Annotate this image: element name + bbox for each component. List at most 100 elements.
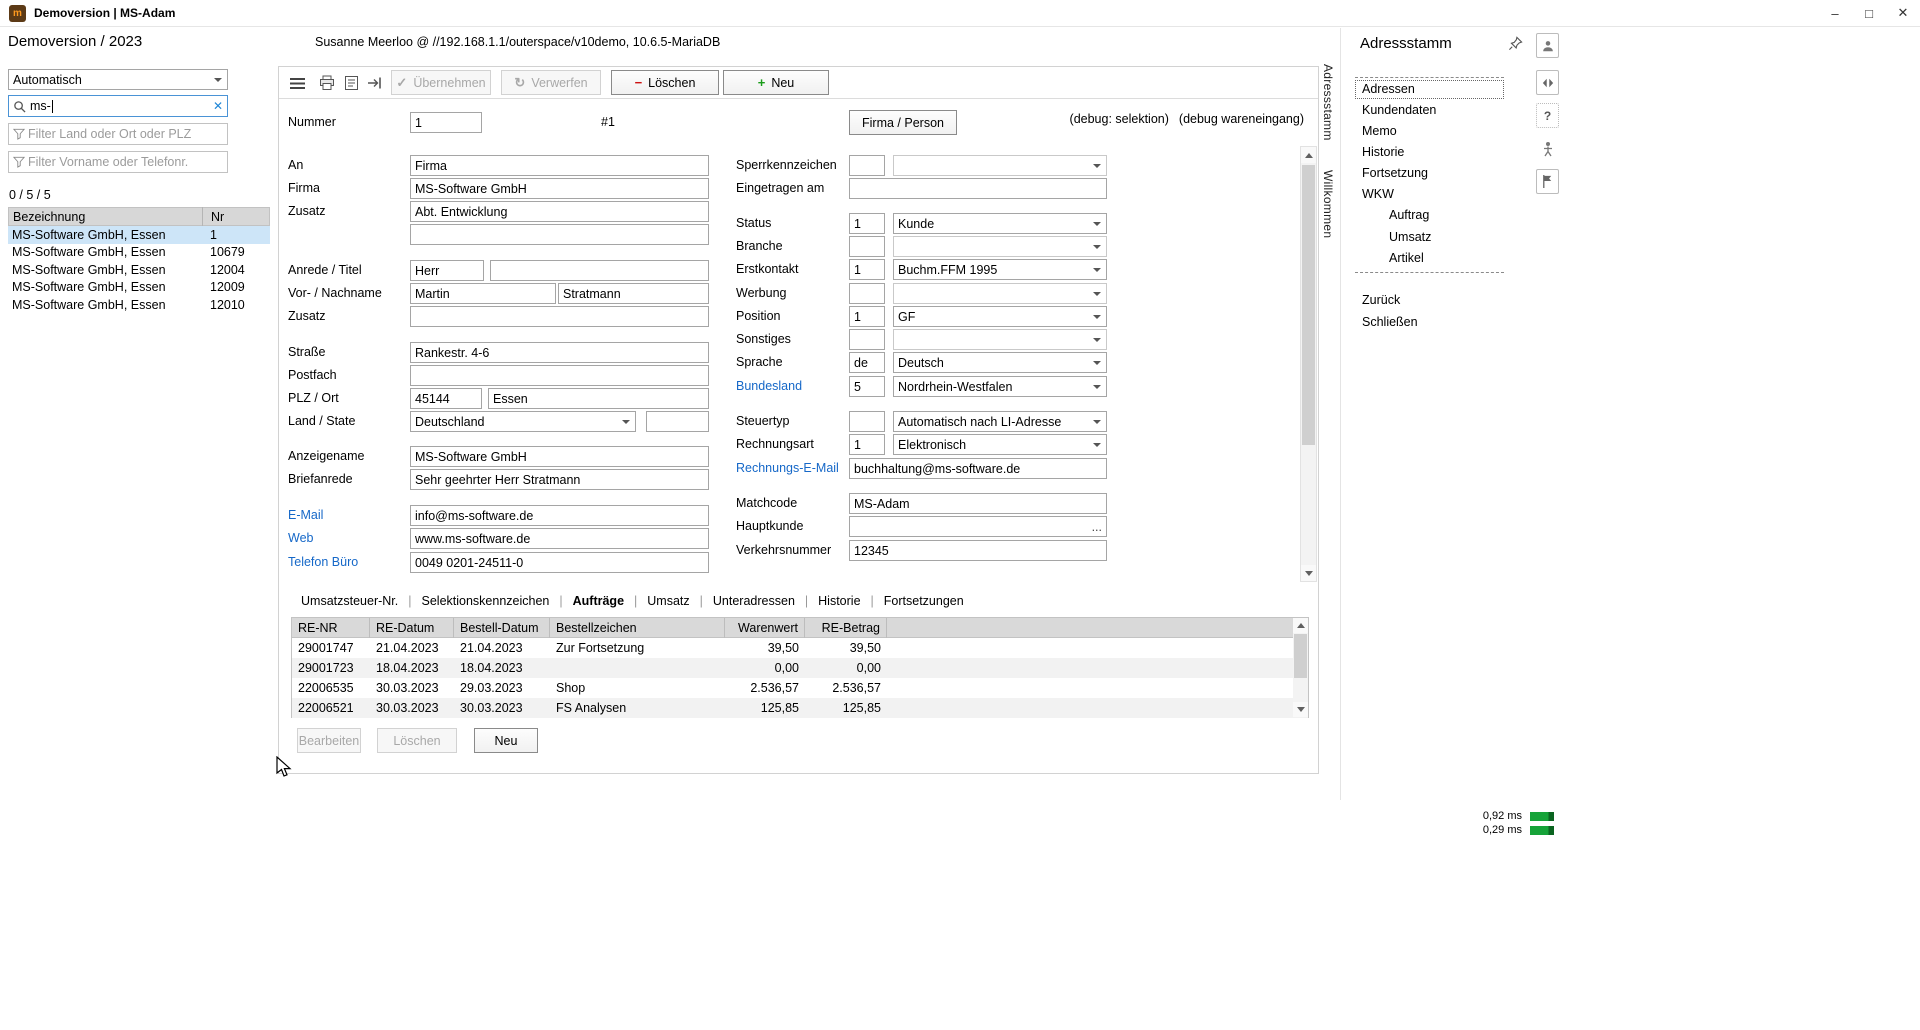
maximize-button[interactable]: □ xyxy=(1852,0,1886,26)
erstkontakt-code-field[interactable] xyxy=(849,259,885,280)
table-row[interactable]: 22006521 30.03.2023 30.03.2023 FS Analys… xyxy=(292,698,1308,718)
user-profile-icon[interactable] xyxy=(1536,33,1559,58)
sidebar-item-schliessen[interactable]: Schließen xyxy=(1362,314,1418,331)
sidebar-item-historie[interactable]: Historie xyxy=(1362,144,1404,161)
sidebar-item-kundendaten[interactable]: Kundendaten xyxy=(1362,102,1436,119)
telefon-link[interactable]: Telefon Büro xyxy=(288,552,358,573)
pin-icon[interactable] xyxy=(1508,36,1523,56)
address-list-header[interactable]: Bezeichnung Nr xyxy=(8,207,270,226)
sonstiges-code-field[interactable] xyxy=(849,329,885,350)
steuertyp-select[interactable]: Automatisch nach LI-Adresse xyxy=(893,411,1107,432)
anrede-field[interactable] xyxy=(410,260,484,281)
tab-umsatz[interactable]: Umsatz xyxy=(637,594,699,608)
side-tab-willkommen[interactable]: Willkommen xyxy=(1321,170,1335,238)
sidebar-item-fortsetzung[interactable]: Fortsetzung xyxy=(1362,165,1428,182)
eingetragen-field[interactable] xyxy=(849,178,1107,199)
position-code-field[interactable] xyxy=(849,306,885,327)
status-select[interactable]: Kunde xyxy=(893,213,1107,234)
ort-field[interactable] xyxy=(488,388,709,409)
tab-auftraege[interactable]: Aufträge xyxy=(563,594,634,608)
flag-icon[interactable] xyxy=(1536,169,1559,194)
search-input[interactable]: ms- ✕ xyxy=(8,95,228,117)
table-row[interactable]: 29001723 18.04.2023 18.04.2023 0,00 0,00 xyxy=(292,658,1308,678)
delete-order-button[interactable]: Löschen xyxy=(377,728,457,753)
filter-person-input[interactable] xyxy=(28,155,223,169)
sonstiges-select[interactable] xyxy=(893,329,1107,350)
table-row[interactable]: 22006535 30.03.2023 29.03.2023 Shop 2.53… xyxy=(292,678,1308,698)
scroll-up-arrow[interactable] xyxy=(1293,618,1308,633)
scrollbar-thumb[interactable] xyxy=(1302,165,1315,445)
tab-unteradressen[interactable]: Unteradressen xyxy=(703,594,805,608)
list-item[interactable]: MS-Software GmbH, Essen 12004 xyxy=(8,261,270,279)
bundesland-link[interactable]: Bundesland xyxy=(736,376,802,397)
nummer-field[interactable] xyxy=(410,112,482,133)
orders-header[interactable]: RE-NR RE-Datum Bestell-Datum Bestellzeic… xyxy=(292,617,1308,638)
sidebar-item-wkw[interactable]: WKW xyxy=(1362,186,1394,203)
telefon-field[interactable] xyxy=(410,552,709,573)
tab-umsatzsteuer[interactable]: Umsatzsteuer-Nr. xyxy=(291,594,408,608)
sprache-code-field[interactable] xyxy=(849,352,885,373)
branche-select[interactable] xyxy=(893,236,1107,257)
sperr-select[interactable] xyxy=(893,155,1107,176)
firma-person-button[interactable]: Firma / Person xyxy=(849,110,957,135)
strasse-field[interactable] xyxy=(410,342,709,363)
match-mode-select[interactable]: Automatisch xyxy=(8,69,228,90)
filter-location-input[interactable] xyxy=(28,127,223,141)
firma-field[interactable] xyxy=(410,178,709,199)
rechnungsart-select[interactable]: Elektronisch xyxy=(893,434,1107,455)
person-icon[interactable] xyxy=(1536,136,1559,161)
plz-field[interactable] xyxy=(410,388,482,409)
hauptkunde-field[interactable]: ... xyxy=(849,516,1107,537)
report-icon[interactable] xyxy=(341,73,361,93)
sidebar-item-zurueck[interactable]: Zurück xyxy=(1362,292,1400,309)
email-link[interactable]: E-Mail xyxy=(288,505,323,526)
new-button[interactable]: + Neu xyxy=(723,70,829,95)
web-link[interactable]: Web xyxy=(288,528,313,549)
zusatz2-field[interactable] xyxy=(410,224,709,245)
delete-button[interactable]: − Löschen xyxy=(611,70,719,95)
werbung-code-field[interactable] xyxy=(849,283,885,304)
sidebar-item-auftrag[interactable]: Auftrag xyxy=(1389,207,1429,224)
tab-selektionskennzeichen[interactable]: Selektionskennzeichen xyxy=(412,594,560,608)
menu-icon[interactable] xyxy=(287,73,307,93)
position-select[interactable]: GF xyxy=(893,306,1107,327)
hauptkunde-browse-button[interactable]: ... xyxy=(1092,520,1102,534)
erstkontakt-select[interactable]: Buchm.FFM 1995 xyxy=(893,259,1107,280)
anzeigename-field[interactable] xyxy=(410,446,709,467)
an-field[interactable] xyxy=(410,155,709,176)
close-button[interactable]: ✕ xyxy=(1886,0,1920,26)
bundesland-code-field[interactable] xyxy=(849,376,885,397)
scroll-down-arrow[interactable] xyxy=(1301,565,1316,581)
email-field[interactable] xyxy=(410,505,709,526)
list-item[interactable]: MS-Software GmbH, Essen 12010 xyxy=(8,296,270,314)
side-tab-adressstamm[interactable]: Adressstamm xyxy=(1321,64,1335,141)
orders-scrollbar[interactable] xyxy=(1293,618,1308,717)
titel-field[interactable] xyxy=(490,260,709,281)
branche-code-field[interactable] xyxy=(849,236,885,257)
postfach-field[interactable] xyxy=(410,365,709,386)
list-item[interactable]: MS-Software GmbH, Essen 10679 xyxy=(8,244,270,262)
rechnungsart-code-field[interactable] xyxy=(849,434,885,455)
bundesland-select[interactable]: Nordrhein-Westfalen xyxy=(893,376,1107,397)
column-header[interactable]: Bestell-Datum xyxy=(454,617,550,638)
matchcode-field[interactable] xyxy=(849,493,1107,514)
briefanrede-field[interactable] xyxy=(410,469,709,490)
status-code-field[interactable] xyxy=(849,213,885,234)
vorname-field[interactable] xyxy=(410,283,556,304)
form-scrollbar[interactable] xyxy=(1300,146,1317,582)
export-icon[interactable] xyxy=(365,73,385,93)
edit-order-button[interactable]: Bearbeiten xyxy=(297,728,361,753)
rechnungs-email-link[interactable]: Rechnungs-E-Mail xyxy=(736,458,839,479)
state-field[interactable] xyxy=(646,411,709,432)
werbung-select[interactable] xyxy=(893,283,1107,304)
web-field[interactable] xyxy=(410,528,709,549)
column-header[interactable]: Bestellzeichen xyxy=(550,617,725,638)
column-header[interactable]: RE-Datum xyxy=(370,617,454,638)
zusatz-field[interactable] xyxy=(410,201,709,222)
rechnungs-email-field[interactable] xyxy=(849,458,1107,479)
filter-location-field[interactable] xyxy=(8,123,228,145)
tab-fortsetzungen[interactable]: Fortsetzungen xyxy=(874,594,974,608)
tab-historie[interactable]: Historie xyxy=(808,594,870,608)
column-header[interactable]: RE-NR xyxy=(292,617,370,638)
column-header-name[interactable]: Bezeichnung xyxy=(9,207,203,226)
